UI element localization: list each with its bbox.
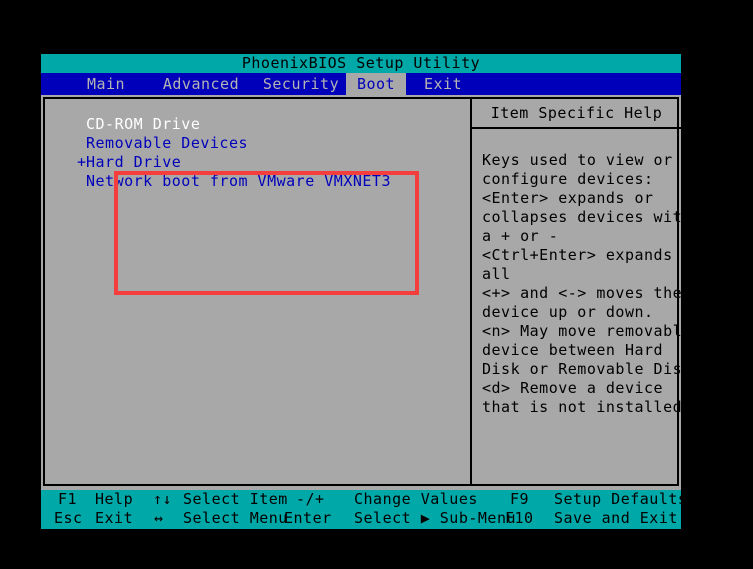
save-and-exit-action: Save and Exit (554, 509, 678, 527)
body-area: CD-ROM Drive Removable Devices +Hard Dri… (41, 95, 692, 488)
title-text: PhoenixBIOS Setup Utility (241, 54, 481, 72)
key-esc[interactable]: Esc (54, 509, 83, 528)
boot-item-label: Hard Drive (86, 153, 182, 171)
item-specific-help-pane: Item Specific Help Keys used to view or … (470, 99, 692, 484)
setup-defaults-action: Setup Defaults (554, 490, 688, 508)
key-f1-action: Help (95, 490, 134, 508)
tab-exit[interactable]: Exit (413, 73, 473, 95)
help-text-line: all (482, 265, 511, 283)
select-sub-menu-action: Select ▶ Sub-Menu (354, 509, 517, 527)
expand-plus-icon[interactable]: + (77, 153, 86, 172)
tab-boot[interactable]: Boot (346, 73, 406, 95)
help-text-line: <Enter> expands or (482, 189, 654, 207)
key-legend-row-2: Esc Exit ↔ Select Menu Enter Select ▶ Su… (41, 509, 681, 528)
body-frame: CD-ROM Drive Removable Devices +Hard Dri… (43, 97, 692, 486)
boot-item-label: Removable Devices (86, 134, 249, 152)
tab-security[interactable]: Security (253, 73, 349, 95)
select-menu-action: Select Menu (183, 509, 288, 527)
help-text-line: Keys used to view or (482, 151, 673, 169)
key-esc-action: Exit (95, 509, 134, 527)
arrow-left-right-icon: ↔ (154, 509, 164, 527)
help-text-line: a + or - (482, 227, 559, 245)
boot-item-label: Network boot from VMware VMXNET3 (86, 172, 391, 190)
help-text-line: device between Hard (482, 341, 664, 359)
help-text-line: Disk or Removable Disk (482, 360, 692, 378)
menu-bar: Main Advanced Security Boot Exit (41, 73, 681, 95)
help-text-line: <d> Remove a device (482, 379, 664, 397)
key-f9[interactable]: F9 (510, 490, 529, 509)
key-legend-row-1: F1 Help ↑↓ Select Item -/+ Change Values… (41, 490, 687, 509)
help-panel-title: Item Specific Help (472, 99, 681, 129)
boot-item-hard-drive[interactable]: +Hard Drive (77, 153, 417, 172)
boot-item-network-boot[interactable]: Network boot from VMware VMXNET3 (77, 172, 417, 191)
key-f10[interactable]: F10 (505, 509, 534, 528)
help-text-line: that is not installed. (482, 398, 692, 416)
key-f1[interactable]: F1 (58, 490, 77, 509)
title-bar: PhoenixBIOS Setup Utility (41, 54, 681, 73)
key-enter[interactable]: Enter (284, 509, 332, 528)
arrow-up-down-icon: ↑↓ (153, 490, 173, 508)
help-text-line: <Ctrl+Enter> expands (482, 246, 673, 264)
boot-order-pane: CD-ROM Drive Removable Devices +Hard Dri… (49, 103, 469, 484)
help-panel-body: Keys used to view or configure devices: … (472, 129, 692, 417)
bios-screen: PhoenixBIOS Setup Utility Main Advanced … (41, 54, 692, 529)
tab-advanced[interactable]: Advanced (153, 73, 249, 95)
key-legend-footer: F1 Help ↑↓ Select Item -/+ Change Values… (41, 490, 687, 529)
change-values-action: Change Values (354, 490, 478, 508)
tab-main[interactable]: Main (70, 73, 142, 95)
help-text-line: <n> May move removable (482, 322, 692, 340)
help-text-line: collapses devices with (482, 208, 692, 226)
boot-item-removable-devices[interactable]: Removable Devices (77, 134, 417, 153)
help-text-line: configure devices: (482, 170, 654, 188)
boot-item-cdrom[interactable]: CD-ROM Drive (77, 115, 417, 134)
help-text-line: device up or down. (482, 303, 654, 321)
key-minus-plus[interactable]: -/+ (296, 490, 325, 509)
select-item-action: Select Item (183, 490, 288, 508)
boot-order-list: CD-ROM Drive Removable Devices +Hard Dri… (77, 115, 417, 191)
boot-item-label: CD-ROM Drive (86, 115, 201, 133)
help-text-line: <+> and <-> moves the (482, 284, 683, 302)
